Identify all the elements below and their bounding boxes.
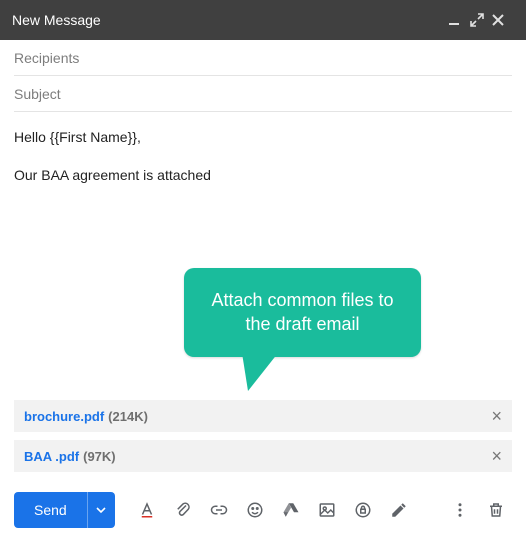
window-title: New Message <box>12 12 448 28</box>
attachment-size: (97K) <box>83 449 116 464</box>
callout-text: Attach common files to the draft email <box>211 290 393 334</box>
send-button[interactable]: Send <box>14 492 87 528</box>
attachment-row[interactable]: BAA .pdf (97K) × <box>14 440 512 472</box>
formatting-icon[interactable] <box>131 494 163 526</box>
insert-photo-icon[interactable] <box>311 494 343 526</box>
header-fields: Recipients Subject <box>0 40 526 112</box>
minimize-button[interactable] <box>448 14 470 26</box>
attachment-name: brochure.pdf <box>24 409 104 424</box>
insert-link-icon[interactable] <box>203 494 235 526</box>
compose-window: New Message Recipients Subject Hello {{F… <box>0 0 526 542</box>
tooltip-callout: Attach common files to the draft email <box>184 268 421 357</box>
expand-button[interactable] <box>470 13 492 27</box>
insert-signature-icon[interactable] <box>383 494 415 526</box>
close-button[interactable] <box>492 14 514 26</box>
attachments-list: brochure.pdf (214K) × BAA .pdf (97K) × <box>0 400 526 480</box>
confidential-mode-icon[interactable] <box>347 494 379 526</box>
attachment-row[interactable]: brochure.pdf (214K) × <box>14 400 512 432</box>
discard-draft-icon[interactable] <box>480 494 512 526</box>
compose-toolbar: Send <box>0 480 526 542</box>
more-options-icon[interactable] <box>444 494 476 526</box>
attachment-name: BAA .pdf <box>24 449 79 464</box>
send-options-button[interactable] <box>87 492 115 528</box>
drive-icon[interactable] <box>275 494 307 526</box>
titlebar: New Message <box>0 0 526 40</box>
body-line: Hello {{First Name}}, <box>14 128 512 148</box>
insert-emoji-icon[interactable] <box>239 494 271 526</box>
attachment-size: (214K) <box>108 409 148 424</box>
remove-attachment-icon[interactable]: × <box>491 447 502 465</box>
body-line: Our BAA agreement is attached <box>14 166 512 186</box>
remove-attachment-icon[interactable]: × <box>491 407 502 425</box>
recipients-field[interactable]: Recipients <box>14 40 512 76</box>
attach-file-icon[interactable] <box>167 494 199 526</box>
subject-field[interactable]: Subject <box>14 76 512 112</box>
send-group: Send <box>14 492 115 528</box>
